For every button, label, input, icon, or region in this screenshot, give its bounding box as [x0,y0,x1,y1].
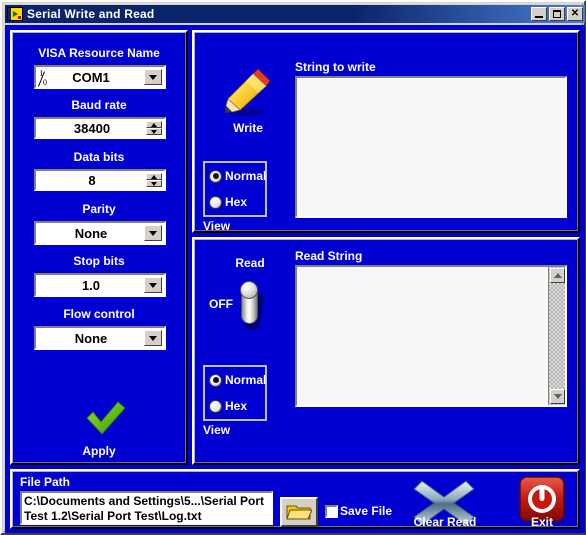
parity-combo[interactable]: None [34,221,166,245]
parity-label: Parity [82,202,116,216]
save-file-label: Save File [340,504,393,518]
window-title: Serial Write and Read [27,7,155,21]
parity-dropdown-arrow[interactable] [144,225,162,241]
visa-resource-label: VISA Resource Name [38,46,160,60]
read-view-option-hex[interactable]: Hex [209,399,247,413]
panel-bevel [12,32,186,463]
save-file-checkbox[interactable]: Save File [325,504,392,518]
read-view-option-normal[interactable]: Normal [209,373,266,387]
browse-folder-button[interactable] [280,497,318,527]
minimize-button[interactable] [531,7,547,21]
flow-control-dropdown-arrow[interactable] [144,330,162,346]
maximize-button[interactable] [549,7,565,21]
clear-read-label: Clear Read [413,515,477,529]
radio-icon [209,373,222,387]
baud-rate-label: Baud rate [71,98,127,112]
read-string-label: Read String [295,249,363,263]
radio-icon [209,169,222,183]
baud-rate-increment[interactable] [146,121,162,128]
read-switch-state-label: OFF [209,297,233,311]
front-panel-canvas: VISA Resource Name I 0 COM1 Baud rate 38… [5,25,585,533]
checkbox-icon [325,504,338,518]
title-bar: Serial Write and Read ✕ [5,5,585,23]
apply-button[interactable] [84,400,128,436]
read-view-radio-group[interactable]: Normal Hex [203,365,267,421]
stop-bits-dropdown-arrow[interactable] [144,277,162,293]
baud-rate-field[interactable]: 38400 [34,117,166,139]
baud-rate-value: 38400 [73,120,111,136]
baud-rate-decrement[interactable] [146,128,162,135]
file-path-label: File Path [20,475,71,489]
visa-resource-dropdown-arrow[interactable] [144,69,162,85]
scroll-up-button[interactable] [550,268,565,283]
string-to-write-label: String to write [295,60,376,74]
data-bits-stepper[interactable] [146,173,162,187]
flow-control-label: Flow control [63,307,135,321]
file-panel: File Path C:\Documents and Settings\5...… [10,469,580,529]
write-view-normal-label: Normal [225,169,267,183]
scroll-down-button[interactable] [550,389,565,404]
read-view-label: View [203,423,231,437]
close-button[interactable]: ✕ [567,7,583,21]
write-view-option-hex[interactable]: Hex [209,195,247,209]
labview-vi-icon [7,7,23,21]
write-button[interactable] [220,65,276,121]
data-bits-increment[interactable] [146,173,162,180]
string-to-write-input[interactable] [295,76,567,218]
read-button-label: Read [235,256,265,270]
data-bits-value: 8 [88,172,96,188]
data-bits-label: Data bits [73,150,125,164]
baud-rate-stepper[interactable] [146,121,162,135]
stop-bits-label: Stop bits [73,254,125,268]
flow-control-combo[interactable]: None [34,326,166,350]
write-view-label: View [203,219,231,233]
file-path-input[interactable]: C:\Documents and Settings\5...\Serial Po… [20,491,273,525]
folder-icon [286,505,312,520]
serial-config-panel: VISA Resource Name I 0 COM1 Baud rate 38… [10,30,188,465]
read-view-hex-label: Hex [225,399,248,413]
write-view-option-normal[interactable]: Normal [209,169,266,183]
exit-label: Exit [530,515,553,529]
write-button-label: Write [233,121,263,135]
file-path-value: C:\Documents and Settings\5...\Serial Po… [24,494,265,523]
apply-label: Apply [82,444,116,458]
data-bits-decrement[interactable] [146,180,162,187]
read-view-normal-label: Normal [225,373,267,387]
radio-icon [209,195,222,209]
read-string-output[interactable] [295,265,567,407]
application-window: Serial Write and Read ✕ VISA Resource Na… [0,0,586,535]
radio-icon [209,399,222,413]
read-string-scrollbar[interactable] [548,267,565,405]
data-bits-field[interactable]: 8 [34,169,166,191]
write-view-radio-group[interactable]: Normal Hex [203,161,267,217]
read-toggle-switch[interactable] [237,280,266,332]
write-view-hex-label: Hex [225,195,248,209]
visa-resource-combo[interactable]: I 0 COM1 [34,65,166,89]
stop-bits-combo[interactable]: 1.0 [34,273,166,297]
